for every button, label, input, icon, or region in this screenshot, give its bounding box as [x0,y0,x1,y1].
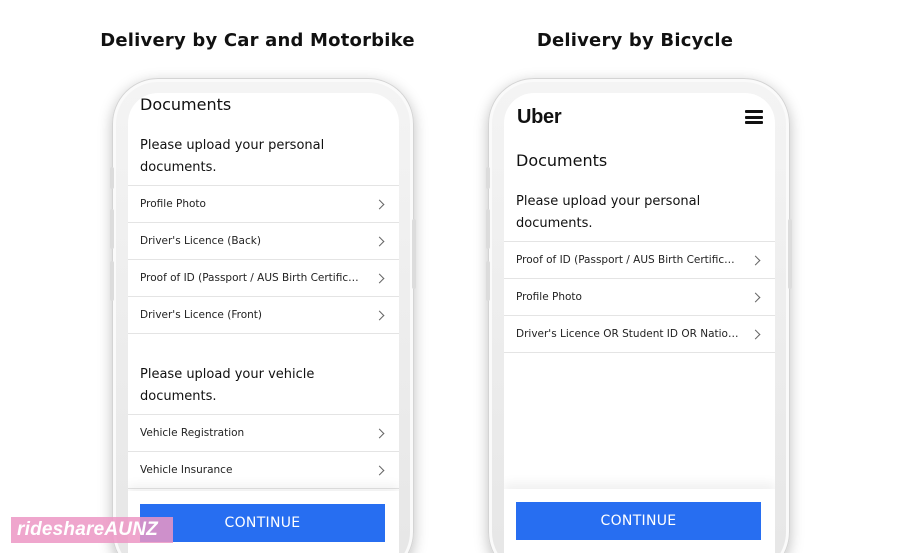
chevron-right-icon [374,465,385,475]
chevron-right-icon [750,329,761,339]
personal-documents-title: Please upload your personal documents. [140,138,325,175]
watermark-logo: rideshareAUNZ [11,517,173,543]
chevron-right-icon [374,199,385,209]
vehicle-documents-list: Vehicle Registration Vehicle Insurance [128,414,399,489]
list-item[interactable]: Proof of ID (Passport / AUS Birth Certif… [128,260,399,297]
hamburger-menu-icon[interactable] [745,110,763,124]
screen-car-motorbike: Documents Please upload your personal do… [128,93,399,553]
list-item-label: Vehicle Insurance [140,464,233,476]
list-item[interactable]: Profile Photo [504,279,775,316]
vehicle-documents-title: Please upload your vehicle documents. [140,367,315,404]
phone-side-button [110,209,114,249]
chevron-right-icon [750,292,761,302]
personal-documents-list: Profile Photo Driver's Licence (Back) Pr… [128,185,399,334]
list-item[interactable]: Driver's Licence (Front) [128,297,399,334]
list-item[interactable]: Vehicle Insurance [128,452,399,489]
personal-documents-title: Please upload your personal documents. [516,194,701,231]
phone-frame-car-motorbike: Documents Please upload your personal do… [110,78,416,553]
list-item[interactable]: Profile Photo [128,186,399,223]
footer-bar: CONTINUE [504,489,775,553]
continue-button[interactable]: CONTINUE [516,502,761,540]
phone-side-button [486,261,490,301]
list-item[interactable]: Driver's Licence OR Student ID OR Nation… [504,316,775,353]
documents-heading: Documents [140,95,232,114]
phone-side-button [412,219,416,289]
chevron-right-icon [374,273,385,283]
phone-side-button [110,261,114,301]
phone-side-button [486,209,490,249]
bicycle-title: Delivery by Bicycle [536,30,734,51]
screen-bicycle: Uber Documents Please upload your person… [504,93,775,553]
list-item-label: Profile Photo [516,291,582,303]
chevron-right-icon [750,255,761,265]
continue-button[interactable]: CONTINUE [140,504,385,542]
personal-documents-list: Proof of ID (Passport / AUS Birth Certif… [504,241,775,353]
list-item-label: Vehicle Registration [140,427,245,439]
phone-side-button [110,167,114,189]
chevron-right-icon [374,236,385,246]
list-item[interactable]: Vehicle Registration [128,415,399,452]
list-item-label: Driver's Licence (Back) [140,235,261,247]
top-bar: Uber [504,93,775,141]
list-item[interactable]: Driver's Licence (Back) [128,223,399,260]
car-motorbike-title: Delivery by Car and Motorbike [100,30,415,51]
list-item-label: Profile Photo [140,198,206,210]
phone-frame-bicycle: Uber Documents Please upload your person… [486,78,792,553]
list-item-label: Proof of ID (Passport / AUS Birth Certif… [140,272,365,284]
list-item-label: Driver's Licence OR Student ID OR Nation… [516,328,741,340]
list-item[interactable]: Proof of ID (Passport / AUS Birth Certif… [504,242,775,279]
chevron-right-icon [374,310,385,320]
uber-logo[interactable]: Uber [517,106,562,129]
phone-side-button [788,219,792,289]
documents-heading: Documents [516,151,608,170]
list-item-label: Driver's Licence (Front) [140,309,262,321]
list-item-label: Proof of ID (Passport / AUS Birth Certif… [516,254,741,266]
phone-side-button [486,167,490,189]
chevron-right-icon [374,428,385,438]
